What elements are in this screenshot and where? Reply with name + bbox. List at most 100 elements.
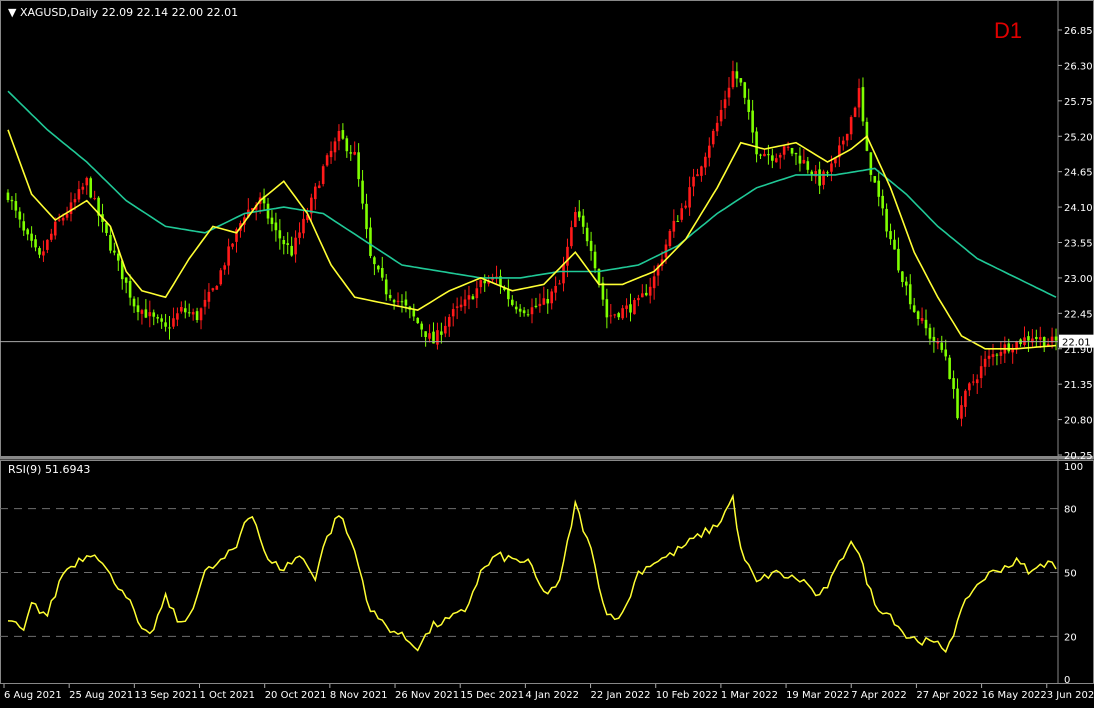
date-tick-label: 20 Oct 2021	[265, 690, 327, 701]
candle-body	[629, 304, 632, 313]
candle-body	[526, 314, 530, 316]
candle-body	[329, 150, 333, 158]
candle-body	[483, 280, 487, 284]
candle-body	[93, 198, 96, 200]
candle-body	[333, 141, 337, 153]
candle-body	[830, 163, 833, 172]
candle-body	[132, 298, 136, 307]
candle-body	[889, 231, 892, 240]
candle-body	[467, 295, 471, 300]
symbol-header[interactable]: ▼ XAGUSD,Daily 22.09 22.14 22.00 22.01	[8, 6, 238, 19]
candle-body	[818, 169, 821, 186]
candle-body	[278, 230, 282, 239]
candle-body	[105, 222, 108, 234]
date-tick-label: 16 May 2022	[982, 690, 1047, 701]
rsi-header: RSI(9) 51.6943	[8, 463, 91, 476]
candle-body	[144, 309, 148, 318]
candle-body	[337, 130, 341, 142]
candle-body	[207, 291, 211, 302]
candle-body	[534, 305, 538, 307]
candle-body	[18, 211, 22, 220]
candle-body	[231, 243, 234, 247]
candle-body	[680, 208, 684, 220]
candle-body	[522, 310, 526, 314]
date-tick-label: 27 Apr 2022	[916, 690, 978, 701]
candle-body	[542, 298, 546, 305]
candle-body	[696, 174, 699, 177]
candle-body	[50, 233, 53, 240]
candle-body	[6, 192, 10, 200]
moving-averages-layer: 22.01	[0, 90, 1094, 350]
candle-body	[644, 292, 648, 296]
candle-body	[613, 314, 617, 316]
candle-body	[566, 246, 569, 266]
candle-body	[57, 219, 61, 221]
candle-body	[357, 152, 360, 180]
rsi-tick-label: 20	[1064, 632, 1077, 643]
candle-body	[751, 110, 754, 133]
price-tick-label: 22.45	[1064, 309, 1093, 320]
candle-body	[148, 312, 152, 317]
candle-body	[341, 130, 345, 139]
price-tick-label: 23.55	[1064, 239, 1093, 250]
date-tick-label: 4 Jan 2022	[525, 690, 579, 701]
candle-body	[73, 199, 77, 203]
candle-body	[861, 87, 865, 122]
candle-body	[61, 217, 65, 221]
candle-body	[361, 180, 364, 204]
candle-body	[440, 331, 443, 335]
candle-body	[325, 155, 329, 166]
candle-body	[920, 318, 924, 321]
candle-body	[715, 122, 719, 132]
candle-body	[1007, 343, 1011, 352]
candle-body	[191, 312, 195, 315]
candle-body	[1038, 337, 1042, 340]
candle-body	[373, 257, 376, 265]
candle-body	[369, 227, 372, 256]
candle-body	[266, 203, 270, 219]
candle-body	[601, 282, 605, 300]
candle-body	[109, 234, 112, 251]
candle-body	[1054, 336, 1058, 341]
candle-body	[767, 154, 770, 156]
collapse-triangle-icon[interactable]: ▼	[8, 6, 16, 19]
candle-body	[160, 318, 163, 322]
candles-layer	[6, 60, 1058, 427]
candle-body	[956, 388, 959, 419]
candle-body	[282, 240, 286, 245]
candle-body	[286, 243, 290, 245]
rsi-line	[7, 493, 1057, 654]
candle-body	[940, 342, 944, 350]
candle-body	[298, 232, 301, 238]
price-tick-label: 21.35	[1064, 380, 1093, 391]
candle-body	[546, 299, 550, 304]
candle-body	[459, 304, 463, 308]
candle-body	[388, 294, 392, 299]
candle-body	[518, 308, 522, 312]
candle-body	[392, 299, 396, 303]
date-tick-label: 6 Aug 2021	[4, 690, 62, 701]
candle-body	[420, 323, 423, 330]
candle-body	[53, 221, 57, 236]
date-tick-label: 3 Jun 2022	[1047, 690, 1094, 701]
candle-body	[968, 383, 971, 391]
candle-body	[873, 176, 877, 183]
candle-body	[211, 288, 215, 291]
candle-body	[905, 281, 908, 286]
date-tick-label: 7 Apr 2022	[851, 690, 906, 701]
candle-body	[554, 285, 557, 293]
rsi-tick-label: 0	[1064, 675, 1070, 686]
candle-body	[617, 313, 620, 318]
candle-body	[995, 354, 999, 356]
price-tick-label: 26.30	[1064, 61, 1093, 72]
candle-body	[877, 180, 881, 197]
candle-body	[700, 166, 703, 176]
candle-body	[790, 147, 794, 154]
price-tick-label: 24.65	[1064, 168, 1093, 179]
candle-body	[219, 270, 223, 285]
candle-body	[676, 220, 680, 222]
candle-body	[625, 305, 628, 309]
candle-body	[723, 99, 727, 109]
candle-body	[349, 152, 353, 154]
candle-body	[802, 159, 806, 164]
